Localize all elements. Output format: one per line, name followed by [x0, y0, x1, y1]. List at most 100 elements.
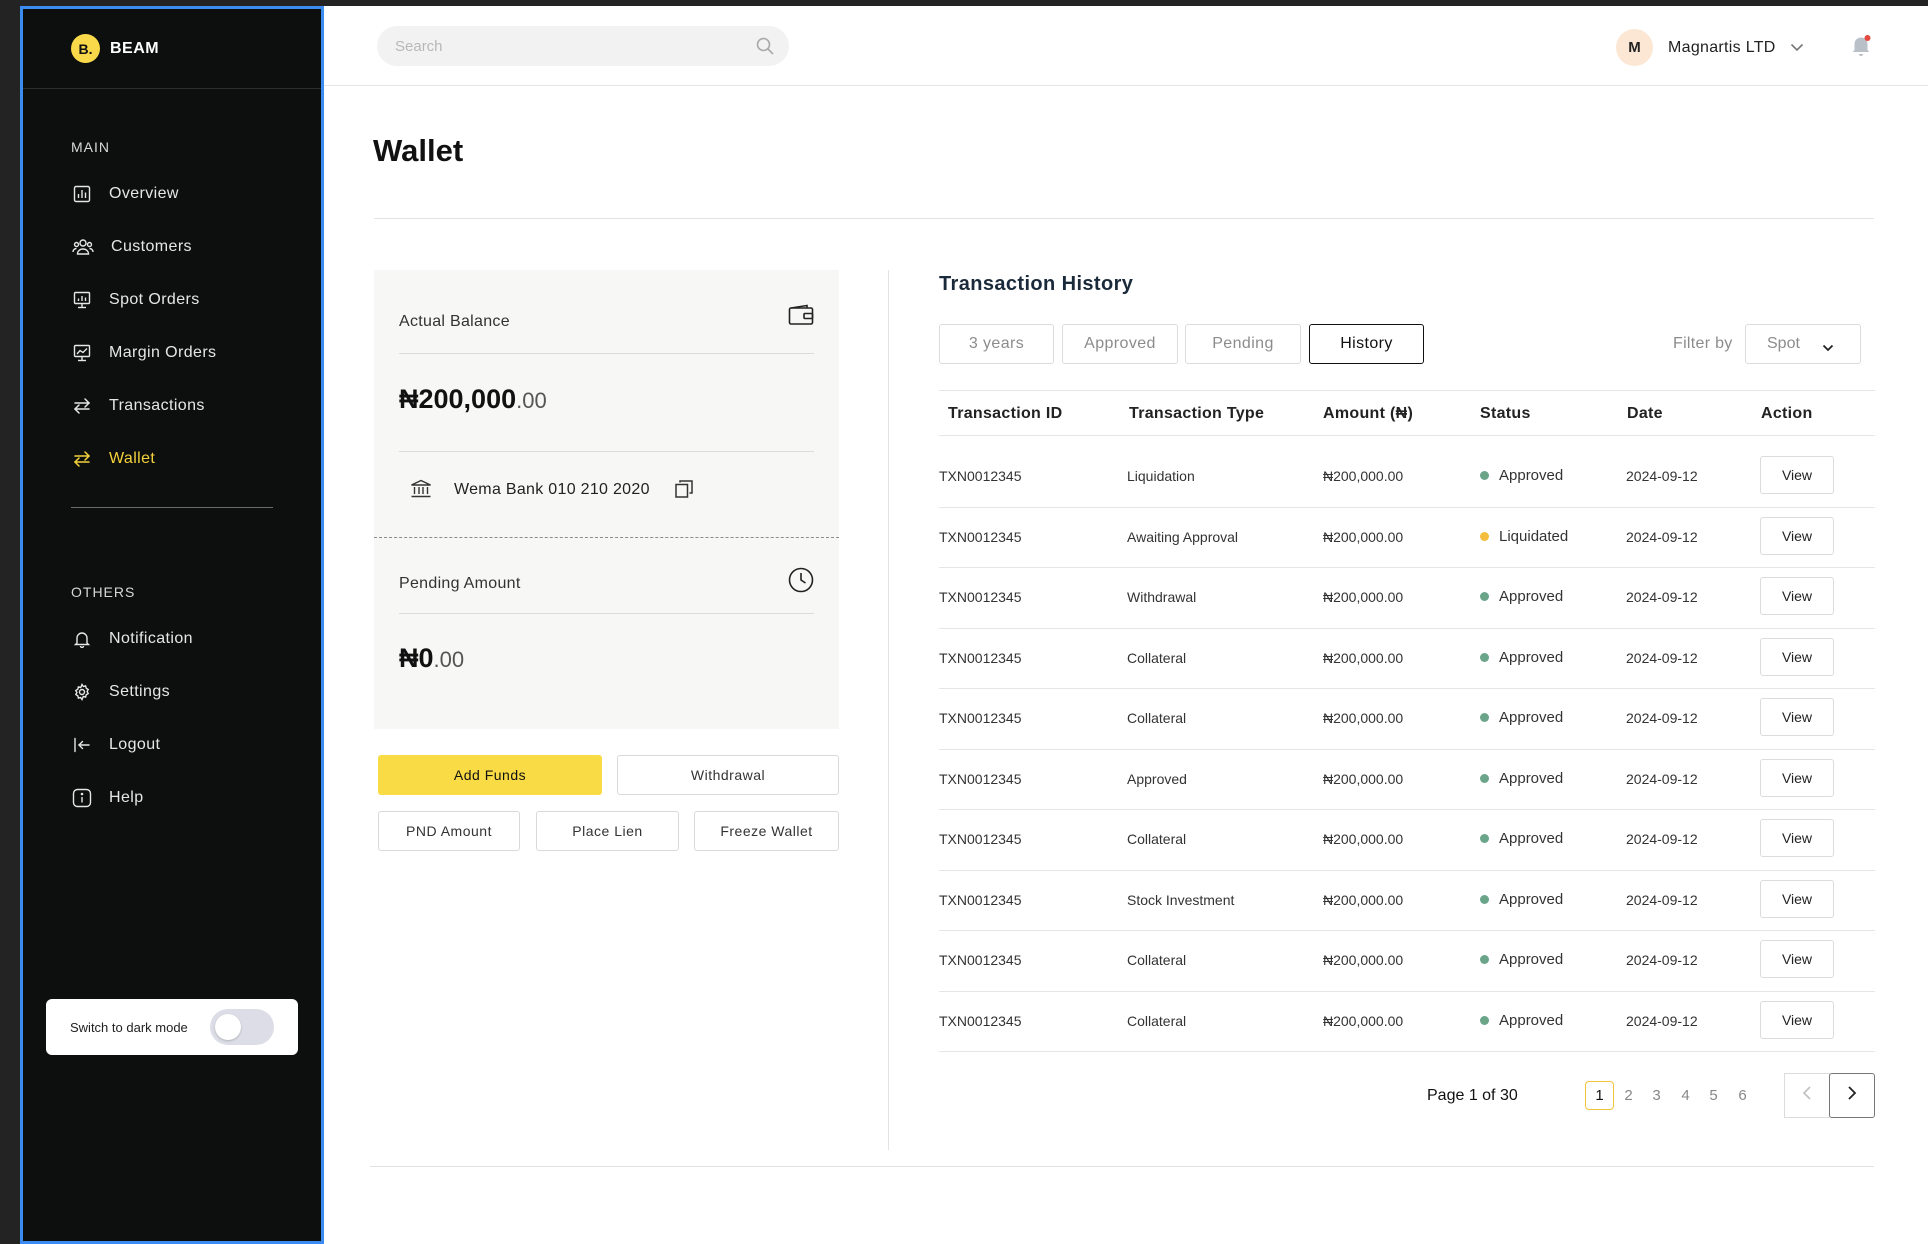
dark-mode-toggle[interactable] [210, 1009, 274, 1045]
view-button[interactable]: View [1760, 577, 1834, 615]
status-dot [1480, 955, 1489, 964]
top-header: M Magnartis LTD [324, 6, 1928, 86]
tab-approved[interactable]: Approved [1062, 324, 1178, 364]
status-badge: Approved [1480, 588, 1563, 605]
place-lien-button[interactable]: Place Lien [536, 811, 679, 851]
transaction-type: Liquidation [1127, 468, 1195, 484]
transaction-id: TXN0012345 [939, 710, 1022, 726]
page-title: Wallet [373, 133, 464, 168]
transaction-date: 2024-09-12 [1626, 952, 1698, 968]
add-funds-button[interactable]: Add Funds [378, 755, 602, 795]
info-icon [71, 787, 93, 809]
search-icon[interactable] [755, 36, 775, 61]
column-header: Action [1761, 405, 1813, 422]
pnd-amount-button[interactable]: PND Amount [378, 811, 520, 851]
transaction-id: TXN0012345 [939, 891, 1022, 908]
dark-mode-card: Switch to dark mode [46, 999, 298, 1055]
table-row: TXN0012345 Withdrawal ₦200,000.00 Approved 2… [939, 568, 1875, 629]
status-text: Approved [1499, 951, 1564, 968]
pending-amount: ₦0.00 [399, 643, 814, 674]
status-dot [1480, 894, 1489, 904]
page-number-6[interactable]: 6 [1728, 1081, 1757, 1110]
status-badge: Approved [1480, 467, 1563, 484]
copy-icon[interactable] [674, 479, 694, 504]
status-badge: Approved [1480, 951, 1563, 968]
freeze-wallet-button[interactable]: Freeze Wallet [694, 811, 839, 851]
transaction-id: TXN0012345 [939, 468, 1022, 484]
sidebar-item-help[interactable]: Help [23, 771, 321, 824]
tab-pending[interactable]: Pending [1185, 324, 1301, 364]
page-number-2[interactable]: 2 [1614, 1081, 1643, 1110]
withdrawal-button[interactable]: Withdrawal [617, 755, 839, 795]
sidebar-item-label: Spot Orders [109, 290, 200, 308]
filter-select[interactable]: Spot [1745, 324, 1861, 364]
status-text: Liquidated [1499, 527, 1569, 545]
logout-icon [71, 734, 93, 756]
view-button[interactable]: View [1760, 758, 1834, 797]
column-header: Date [1627, 405, 1663, 422]
view-button[interactable]: View [1760, 819, 1834, 857]
search-bar [377, 26, 789, 66]
notification-bell-icon[interactable] [1850, 34, 1872, 63]
prev-page-button[interactable] [1784, 1073, 1830, 1118]
status-badge: Approved [1480, 709, 1563, 726]
view-button[interactable]: View [1760, 1000, 1834, 1039]
view-button[interactable]: View [1760, 637, 1834, 676]
view-button[interactable]: View [1760, 879, 1834, 918]
next-page-button[interactable] [1829, 1073, 1875, 1118]
transfer-icon [71, 395, 93, 417]
view-button[interactable]: View [1760, 940, 1834, 978]
transaction-amount: ₦200,000.00 [1323, 952, 1404, 968]
chart-icon [71, 183, 93, 205]
filter-label: Filter by [1673, 335, 1733, 352]
sidebar-item-spot-orders[interactable]: Spot Orders [23, 273, 321, 326]
sidebar-item-wallet[interactable]: Wallet [23, 432, 321, 485]
status-text: Approved [1499, 588, 1564, 605]
pending-amount-label: Pending Amount [399, 575, 521, 592]
account-name: Magnartis LTD [1668, 38, 1776, 56]
transaction-amount: ₦200,000.00 [1323, 468, 1404, 484]
clock-icon [788, 567, 814, 598]
page-number-4[interactable]: 4 [1671, 1081, 1700, 1110]
chevron-left-icon [1802, 1085, 1812, 1106]
sidebar-item-logout[interactable]: Logout [23, 718, 321, 771]
sidebar-item-label: Notification [109, 629, 193, 647]
table-row: TXN0012345 Approved ₦200,000.00 Approved 202… [939, 750, 1875, 810]
search-input[interactable] [395, 37, 735, 55]
sidebar-item-customers[interactable]: Customers [23, 220, 321, 273]
status-dot [1480, 773, 1489, 783]
table-row: TXN0012345 Awaiting Approval ₦200,000.00 Li… [939, 508, 1875, 568]
sidebar-item-overview[interactable]: Overview [23, 167, 321, 220]
status-text: Approved [1499, 1011, 1564, 1029]
table-body: TXN0012345 Liquidation ₦200,000.00 Approved… [939, 447, 1875, 1052]
sidebar-item-notification[interactable]: Notification [23, 612, 321, 665]
view-button[interactable]: View [1760, 698, 1834, 736]
sidebar-item-settings[interactable]: Settings [23, 665, 321, 718]
tab-history[interactable]: History [1309, 324, 1424, 364]
transaction-date: 2024-09-12 [1626, 649, 1698, 666]
table-row: TXN0012345 Liquidation ₦200,000.00 Approved… [939, 447, 1875, 508]
account-menu[interactable]: M Magnartis LTD [1616, 29, 1804, 66]
transaction-date: 2024-09-12 [1626, 528, 1698, 545]
main-content: M Magnartis LTD Wallet Actual Balance ₦2… [324, 6, 1928, 1244]
sidebar-item-label: Wallet [109, 449, 156, 467]
transaction-amount: ₦200,000.00 [1323, 528, 1404, 545]
transaction-type: Stock Investment [1127, 891, 1235, 908]
bank-icon [410, 479, 432, 504]
sidebar: B. BEAM MAIN Overview Customers Spot Ord… [20, 6, 324, 1244]
sidebar-item-label: Logout [109, 735, 161, 753]
page-number-1[interactable]: 1 [1585, 1081, 1614, 1110]
status-dot [1480, 531, 1489, 541]
page-number-5[interactable]: 5 [1699, 1081, 1728, 1110]
gear-icon [71, 681, 93, 703]
column-header: Transaction ID [948, 405, 1063, 422]
tab-3-years[interactable]: 3 years [939, 324, 1054, 364]
sidebar-item-transactions[interactable]: Transactions [23, 379, 321, 432]
page-number-3[interactable]: 3 [1642, 1081, 1671, 1110]
table-row: TXN0012345 Collateral ₦200,000.00 Approved 2… [939, 931, 1875, 992]
sidebar-item-margin-orders[interactable]: Margin Orders [23, 326, 321, 379]
view-button[interactable]: View [1760, 456, 1834, 494]
view-button[interactable]: View [1760, 516, 1834, 555]
table-row: TXN0012345 Collateral ₦200,000.00 Approved 2… [939, 629, 1875, 689]
brand[interactable]: B. BEAM [23, 9, 321, 89]
